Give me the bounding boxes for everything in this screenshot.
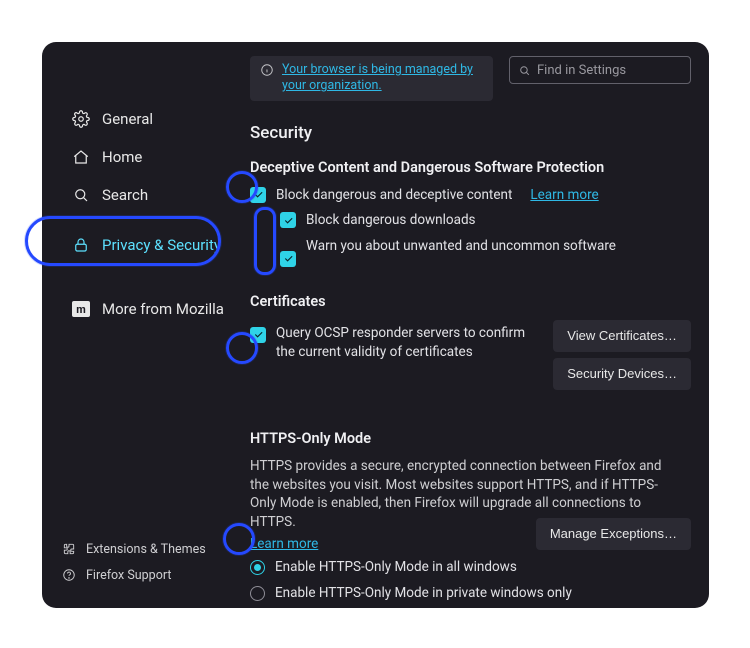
sidebar-footer: Extensions & Themes Firefox Support [42, 538, 242, 596]
sidebar-item-label: Search [102, 186, 148, 204]
row-block-downloads[interactable]: Block dangerous downloads [280, 211, 691, 231]
radio-label: Enable HTTPS-Only Mode in all windows [275, 558, 517, 578]
radio-https-private[interactable] [250, 586, 265, 601]
link-label: Firefox Support [86, 568, 171, 583]
radio-label: Enable HTTPS-Only Mode in private window… [275, 584, 572, 604]
link-extensions-themes[interactable]: Extensions & Themes [62, 538, 242, 560]
settings-window: General Home Search Privacy & Security [42, 42, 709, 608]
sidebar-item-general[interactable]: General [54, 100, 242, 138]
section-certificates: Certificates Query OCSP responder server… [250, 293, 691, 390]
section-heading: Certificates [250, 293, 691, 310]
checkbox-block-downloads[interactable] [280, 212, 296, 228]
content-pane: Your browser is being managed by your or… [242, 42, 709, 608]
button-manage-exceptions[interactable]: Manage Exceptions… [536, 518, 691, 550]
link-label: Extensions & Themes [86, 542, 206, 557]
checkbox-ocsp[interactable] [250, 327, 266, 343]
section-heading: HTTPS-Only Mode [250, 430, 691, 447]
sidebar-item-more-mozilla[interactable]: m More from Mozilla [54, 290, 242, 328]
row-warn-unwanted[interactable]: Warn you about unwanted and uncommon sof… [280, 237, 691, 267]
sidebar-item-search[interactable]: Search [54, 176, 242, 214]
row-ocsp[interactable]: Query OCSP responder servers to confirm … [250, 324, 539, 363]
checkbox-warn-unwanted[interactable] [280, 251, 296, 267]
settings-search[interactable]: Find in Settings [509, 56, 691, 84]
checkbox-label: Query OCSP responder servers to confirm … [276, 324, 539, 363]
link-firefox-support[interactable]: Firefox Support [62, 564, 242, 586]
section-deceptive-content: Deceptive Content and Dangerous Software… [250, 159, 691, 267]
search-icon [72, 186, 90, 204]
checkbox-label: Block dangerous and deceptive content [276, 186, 512, 206]
sidebar: General Home Search Privacy & Security [42, 42, 242, 608]
lock-icon [72, 236, 90, 254]
managed-notice[interactable]: Your browser is being managed by your or… [250, 56, 493, 101]
checkbox-block-dangerous[interactable] [250, 187, 266, 203]
row-block-dangerous[interactable]: Block dangerous and deceptive content Le… [250, 186, 691, 206]
sidebar-item-home[interactable]: Home [54, 138, 242, 176]
search-placeholder: Find in Settings [537, 63, 626, 78]
sidebar-nav: General Home Search Privacy & Security [42, 100, 242, 328]
sidebar-item-privacy-security[interactable]: Privacy & Security [54, 226, 242, 264]
sidebar-item-label: Home [102, 148, 142, 166]
sidebar-item-label: General [102, 110, 153, 128]
checkbox-label: Block dangerous downloads [306, 211, 476, 231]
topbar: Your browser is being managed by your or… [250, 56, 691, 101]
sidebar-item-label: Privacy & Security [102, 236, 221, 254]
page-title: Security [250, 123, 691, 143]
section-https-only: HTTPS-Only Mode HTTPS provides a secure,… [250, 430, 691, 608]
button-view-certificates[interactable]: View Certificates… [553, 320, 691, 352]
gear-icon [72, 110, 90, 128]
section-heading: Deceptive Content and Dangerous Software… [250, 159, 691, 176]
row-https-private[interactable]: Enable HTTPS-Only Mode in private window… [250, 584, 691, 604]
radio-https-all[interactable] [250, 560, 265, 575]
mozilla-icon: m [72, 301, 90, 317]
row-https-all[interactable]: Enable HTTPS-Only Mode in all windows [250, 558, 691, 578]
button-security-devices[interactable]: Security Devices… [553, 358, 691, 390]
checkbox-label: Warn you about unwanted and uncommon sof… [306, 237, 616, 257]
managed-notice-text: Your browser is being managed by your or… [282, 62, 483, 95]
search-icon [518, 64, 531, 77]
sidebar-item-label: More from Mozilla [102, 300, 224, 318]
info-icon [260, 63, 274, 77]
home-icon [72, 148, 90, 166]
link-learn-more[interactable]: Learn more [530, 186, 598, 206]
